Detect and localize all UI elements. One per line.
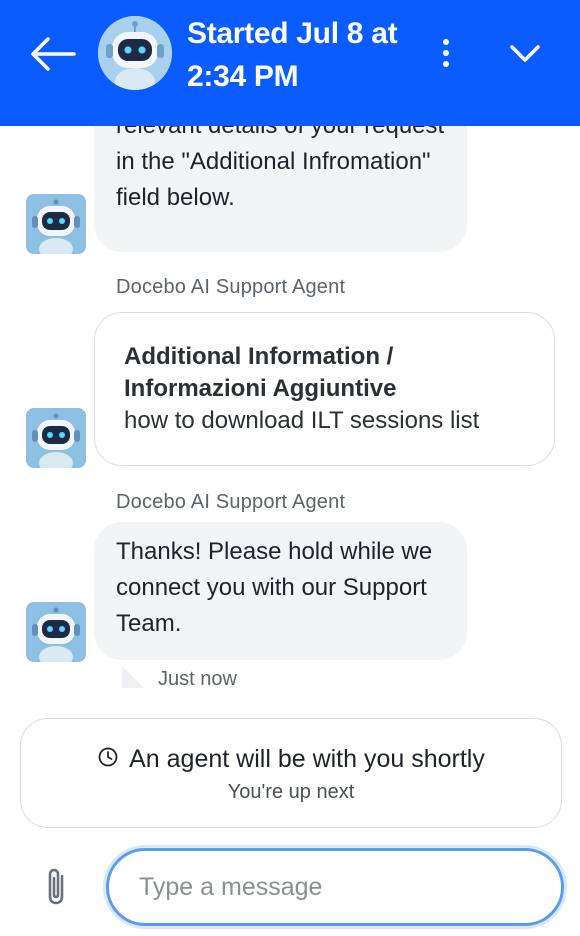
attach-button[interactable] xyxy=(42,864,72,910)
paperclip-icon xyxy=(48,868,64,905)
status-secondary-text: You're up next xyxy=(227,781,355,803)
collapse-button[interactable] xyxy=(502,32,548,76)
sender-name: Docebo AI Support Agent xyxy=(116,491,346,513)
message-list[interactable]: relevant details of your request in the … xyxy=(0,126,580,830)
agent-avatar xyxy=(26,602,86,662)
field-title: Additional Information / Informazioni Ag… xyxy=(124,343,397,402)
arrow-left-icon xyxy=(31,37,76,71)
message-text: relevant details of your request in the … xyxy=(116,126,444,211)
field-value: how to download ILT sessions list xyxy=(124,407,480,434)
back-button[interactable] xyxy=(24,30,80,78)
vertical-dots-icon xyxy=(443,39,449,67)
message-timestamp: Just now xyxy=(158,668,237,690)
sender-name: Docebo AI Support Agent xyxy=(116,276,346,298)
agent-avatar xyxy=(26,408,86,468)
message-input[interactable] xyxy=(106,848,564,926)
chevron-down-icon xyxy=(510,45,540,62)
robot-icon xyxy=(26,408,86,468)
agent-avatar xyxy=(98,16,172,90)
status-primary-row: An agent will be with you shortly xyxy=(21,745,561,774)
more-options-button[interactable] xyxy=(430,34,462,74)
robot-icon xyxy=(26,602,86,662)
queue-status-card: An agent will be with you shortly You're… xyxy=(20,718,562,828)
bot-message: Thanks! Please hold while we connect you… xyxy=(94,522,467,660)
chat-header: Started Jul 8 at 2:34 PM xyxy=(0,0,580,126)
bot-message: relevant details of your request in the … xyxy=(94,126,467,252)
robot-icon xyxy=(26,194,86,254)
agent-avatar xyxy=(26,194,86,254)
message-text: Thanks! Please hold while we connect you… xyxy=(116,538,433,637)
chat-title: Started Jul 8 at 2:34 PM xyxy=(187,17,398,93)
status-primary-text: An agent will be with you shortly xyxy=(129,745,485,773)
clock-icon xyxy=(97,746,119,768)
form-summary-card: Additional Information / Informazioni Ag… xyxy=(94,312,555,466)
bubble-tail xyxy=(122,666,144,688)
message-composer xyxy=(0,830,580,936)
robot-icon xyxy=(98,16,172,90)
